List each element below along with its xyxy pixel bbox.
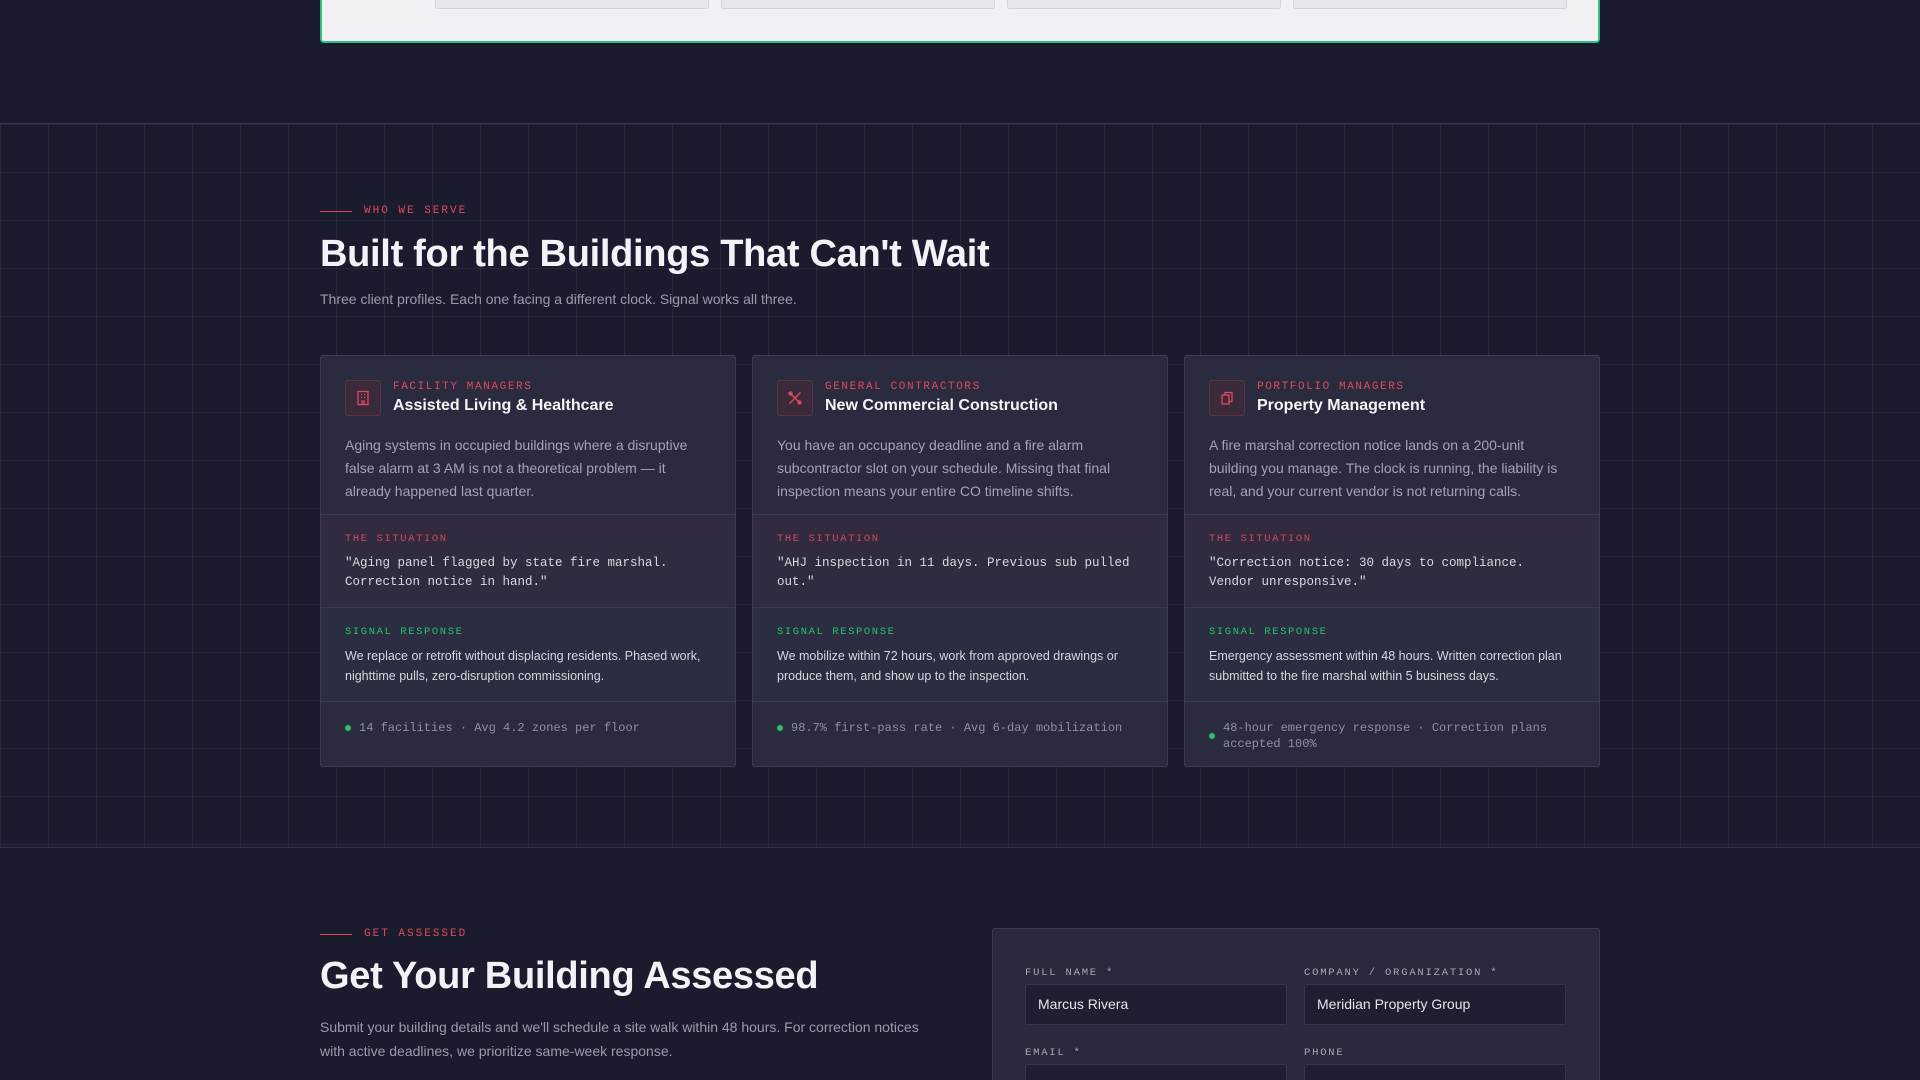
client-card-general-contractors: GENERAL CONTRACTORS New Commercial Const… bbox=[752, 355, 1168, 767]
assessment-form: FULL NAME * Marcus Rivera COMPANY / ORGA… bbox=[992, 928, 1600, 1080]
situation-quote: "Correction notice: 30 days to complianc… bbox=[1209, 556, 1525, 589]
card-title: New Commercial Construction bbox=[825, 397, 1058, 414]
email-input[interactable] bbox=[1025, 1064, 1287, 1080]
response-block: SIGNAL RESPONSE Emergency assessment wit… bbox=[1185, 608, 1599, 702]
eyebrow-line bbox=[320, 933, 352, 935]
status-dot bbox=[777, 725, 783, 731]
panel-tab bbox=[1293, 0, 1567, 9]
eyebrow-line bbox=[320, 210, 352, 212]
assess-eyebrow: GET ASSESSED bbox=[320, 928, 467, 940]
card-description: Aging systems in occupied buildings wher… bbox=[345, 437, 688, 499]
response-block: SIGNAL RESPONSE We replace or retrofit w… bbox=[321, 608, 735, 702]
response-text: Emergency assessment within 48 hours. Wr… bbox=[1209, 649, 1562, 683]
stat-text: 98.7% first-pass rate · Avg 6-day mobili… bbox=[791, 721, 1123, 735]
section-eyebrow: WHO WE SERVE bbox=[320, 205, 467, 217]
response-text: We mobilize within 72 hours, work from a… bbox=[777, 649, 1118, 683]
previous-section-panel bbox=[320, 0, 1600, 43]
phone-label: PHONE bbox=[1304, 1047, 1345, 1059]
company-label: COMPANY / ORGANIZATION * bbox=[1304, 967, 1499, 979]
situation-quote: "AHJ inspection in 11 days. Previous sub… bbox=[777, 556, 1130, 589]
card-category: PORTFOLIO MANAGERS bbox=[1257, 381, 1405, 393]
situation-label: THE SITUATION bbox=[345, 533, 448, 545]
response-label: SIGNAL RESPONSE bbox=[1209, 626, 1328, 638]
phone-input[interactable] bbox=[1304, 1064, 1566, 1080]
assess-heading: Get Your Building Assessed bbox=[320, 955, 819, 997]
card-category: GENERAL CONTRACTORS bbox=[825, 381, 981, 393]
card-title: Assisted Living & Healthcare bbox=[393, 397, 614, 414]
client-card-facility-managers: FACILITY MANAGERS Assisted Living & Heal… bbox=[320, 355, 736, 767]
card-category: FACILITY MANAGERS bbox=[393, 381, 533, 393]
building-icon bbox=[345, 380, 381, 416]
situation-block: THE SITUATION "Correction notice: 30 day… bbox=[1185, 514, 1599, 608]
response-label: SIGNAL RESPONSE bbox=[345, 626, 464, 638]
assess-subheading: Submit your building details and we'll s… bbox=[320, 1019, 919, 1059]
client-card-portfolio-managers: PORTFOLIO MANAGERS Property Management A… bbox=[1184, 355, 1600, 767]
panel-tab bbox=[1007, 0, 1281, 9]
documents-icon bbox=[1209, 380, 1245, 416]
card-stat: 98.7% first-pass rate · Avg 6-day mobili… bbox=[777, 720, 1143, 736]
situation-quote: "Aging panel flagged by state fire marsh… bbox=[345, 556, 668, 589]
email-label: EMAIL * bbox=[1025, 1047, 1082, 1059]
panel-tab bbox=[721, 0, 995, 9]
stat-text: 14 facilities · Avg 4.2 zones per floor bbox=[359, 721, 640, 735]
card-description: A fire marshal correction notice lands o… bbox=[1209, 437, 1558, 499]
eyebrow-label: WHO WE SERVE bbox=[364, 205, 468, 217]
card-description: You have an occupancy deadline and a fir… bbox=[777, 437, 1111, 499]
stat-text: 48-hour emergency response · Correction … bbox=[1223, 721, 1548, 751]
status-dot bbox=[345, 725, 351, 731]
card-stat: 48-hour emergency response · Correction … bbox=[1209, 720, 1575, 752]
section-heading: Built for the Buildings That Can't Wait bbox=[320, 233, 990, 275]
situation-label: THE SITUATION bbox=[777, 533, 880, 545]
situation-block: THE SITUATION "AHJ inspection in 11 days… bbox=[753, 514, 1167, 608]
response-label: SIGNAL RESPONSE bbox=[777, 626, 896, 638]
response-text: We replace or retrofit without displacin… bbox=[345, 649, 701, 683]
eyebrow-label: GET ASSESSED bbox=[364, 928, 468, 940]
status-dot bbox=[1209, 733, 1215, 739]
card-stat: 14 facilities · Avg 4.2 zones per floor bbox=[345, 720, 711, 736]
response-block: SIGNAL RESPONSE We mobilize within 72 ho… bbox=[753, 608, 1167, 702]
company-input[interactable]: Meridian Property Group bbox=[1304, 984, 1566, 1025]
situation-label: THE SITUATION bbox=[1209, 533, 1312, 545]
full-name-input[interactable]: Marcus Rivera bbox=[1025, 984, 1287, 1025]
panel-tab bbox=[435, 0, 709, 9]
card-title: Property Management bbox=[1257, 397, 1426, 414]
section-subheading: Three client profiles. Each one facing a… bbox=[320, 291, 797, 307]
full-name-label: FULL NAME * bbox=[1025, 967, 1115, 979]
situation-block: THE SITUATION "Aging panel flagged by st… bbox=[321, 514, 735, 608]
tools-icon bbox=[777, 380, 813, 416]
